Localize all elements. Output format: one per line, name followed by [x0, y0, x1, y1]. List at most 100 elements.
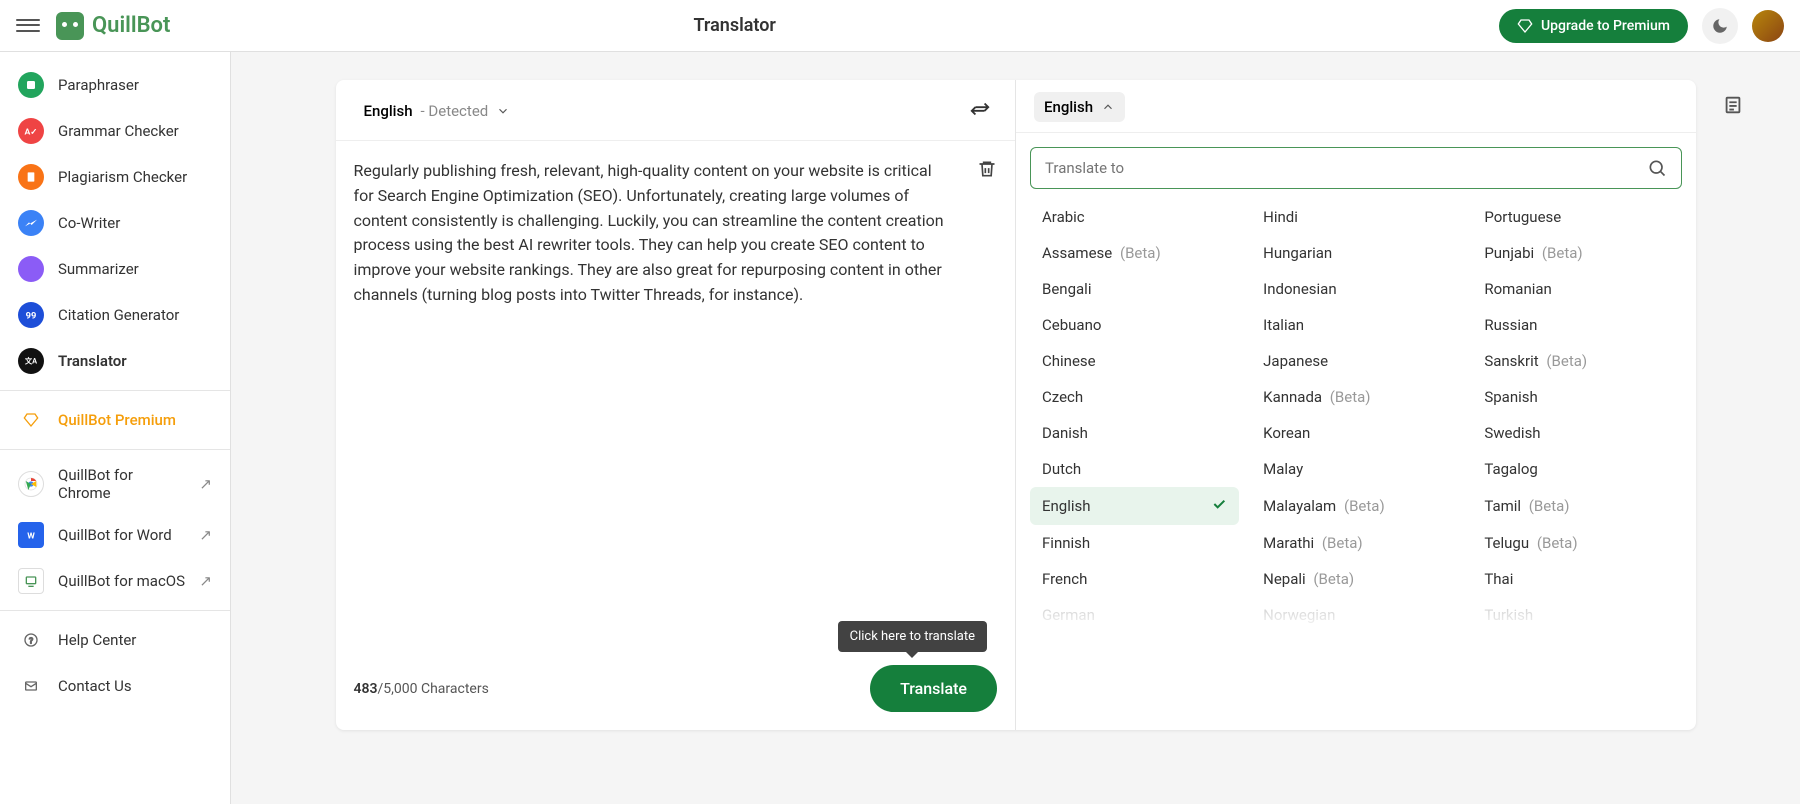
mail-icon	[18, 673, 44, 699]
language-option[interactable]: Portuguese	[1472, 199, 1681, 235]
translator-card: English - Detected Regularly publishing …	[336, 80, 1696, 730]
theme-toggle[interactable]	[1702, 8, 1738, 44]
paraphraser-icon	[18, 72, 44, 98]
language-option[interactable]: Thai	[1472, 561, 1681, 597]
diamond-icon	[1517, 18, 1533, 34]
translator-icon: 文A	[18, 348, 44, 374]
target-pane: English Arabic Hindi Portuguese Assamese (B…	[1016, 80, 1696, 730]
target-language-select[interactable]: English	[1034, 92, 1125, 122]
language-option[interactable]: Japanese	[1251, 343, 1460, 379]
grammar-icon: A✓	[18, 118, 44, 144]
language-option[interactable]: Swedish	[1472, 415, 1681, 451]
source-language-select[interactable]: English - Detected	[354, 96, 521, 126]
swap-languages-button[interactable]	[963, 92, 997, 130]
language-option[interactable]: Malay	[1251, 451, 1460, 487]
chevron-up-icon	[1101, 100, 1115, 114]
language-option[interactable]: French	[1030, 561, 1239, 597]
citation-icon: 99	[18, 302, 44, 328]
external-link-icon: ↗	[199, 526, 212, 544]
language-option[interactable]: Nepali (Beta)	[1251, 561, 1460, 597]
language-option[interactable]: Chinese	[1030, 343, 1239, 379]
sidebar-item-chrome[interactable]: QuillBot for Chrome↗	[0, 456, 230, 512]
check-icon	[1211, 496, 1227, 516]
language-option[interactable]: Finnish	[1030, 525, 1239, 561]
avatar[interactable]	[1752, 10, 1784, 42]
sidebar-item-premium[interactable]: QuillBot Premium	[0, 397, 230, 443]
language-option[interactable]: Tamil (Beta)	[1472, 487, 1681, 525]
language-option[interactable]: Kannada (Beta)	[1251, 379, 1460, 415]
clear-text-button[interactable]	[977, 159, 997, 183]
language-option[interactable]: Hindi	[1251, 199, 1460, 235]
source-pane: English - Detected Regularly publishing …	[336, 80, 1017, 730]
app-header: QuillBot Translator Upgrade to Premium	[0, 0, 1800, 52]
sidebar-item-help[interactable]: ?Help Center	[0, 617, 230, 663]
language-option[interactable]: Indonesian	[1251, 271, 1460, 307]
language-option[interactable]: Romanian	[1472, 271, 1681, 307]
summarizer-icon	[18, 256, 44, 282]
language-option[interactable]: Italian	[1251, 307, 1460, 343]
svg-text:99: 99	[26, 310, 37, 321]
sidebar-item-word[interactable]: WQuillBot for Word↗	[0, 512, 230, 558]
language-option[interactable]: Hungarian	[1251, 235, 1460, 271]
sidebar-item-paraphraser[interactable]: Paraphraser	[0, 62, 230, 108]
search-icon	[1647, 158, 1667, 178]
chevron-down-icon	[496, 104, 510, 118]
sidebar-item-translator[interactable]: 文ATranslator	[0, 338, 230, 384]
character-count: 483/5,000 Characters	[354, 681, 489, 697]
plagiarism-icon	[18, 164, 44, 190]
sidebar-item-summarizer[interactable]: Summarizer	[0, 246, 230, 292]
external-link-icon: ↗	[199, 572, 212, 590]
translate-tooltip: Click here to translate	[838, 621, 987, 652]
sidebar-item-macos[interactable]: QuillBot for macOS↗	[0, 558, 230, 604]
language-option[interactable]: Spanish	[1472, 379, 1681, 415]
cowriter-icon	[18, 210, 44, 236]
language-option[interactable]: Arabic	[1030, 199, 1239, 235]
external-link-icon: ↗	[199, 475, 212, 493]
language-option[interactable]: Punjabi (Beta)	[1472, 235, 1681, 271]
document-mode-icon[interactable]	[1722, 94, 1744, 122]
svg-text:W: W	[27, 531, 35, 541]
svg-text:文A: 文A	[24, 357, 37, 366]
language-option[interactable]: Czech	[1030, 379, 1239, 415]
language-option[interactable]: Marathi (Beta)	[1251, 525, 1460, 561]
trash-icon	[977, 159, 997, 179]
language-option[interactable]: German	[1030, 597, 1239, 633]
language-option[interactable]: Telugu (Beta)	[1472, 525, 1681, 561]
language-option[interactable]: Dutch	[1030, 451, 1239, 487]
word-icon: W	[18, 522, 44, 548]
language-dropdown: Arabic Hindi Portuguese Assamese (Beta) Hung…	[1016, 133, 1696, 647]
language-option[interactable]: Korean	[1251, 415, 1460, 451]
moon-icon	[1711, 17, 1729, 35]
language-option[interactable]: Bengali	[1030, 271, 1239, 307]
sidebar-item-contact[interactable]: Contact Us	[0, 663, 230, 709]
mac-icon	[18, 568, 44, 594]
sidebar-item-grammar[interactable]: A✓Grammar Checker	[0, 108, 230, 154]
sidebar-item-citation[interactable]: 99Citation Generator	[0, 292, 230, 338]
help-icon: ?	[18, 627, 44, 653]
language-option[interactable]: Russian	[1472, 307, 1681, 343]
language-option[interactable]: Assamese (Beta)	[1030, 235, 1239, 271]
language-option[interactable]: Sanskrit (Beta)	[1472, 343, 1681, 379]
svg-text:A✓: A✓	[24, 127, 37, 137]
robot-icon	[56, 12, 84, 40]
source-text[interactable]: Regularly publishing fresh, relevant, hi…	[354, 159, 956, 308]
language-option[interactable]: Norwegian	[1251, 597, 1460, 633]
upgrade-button[interactable]: Upgrade to Premium	[1499, 9, 1688, 43]
svg-text:?: ?	[29, 636, 33, 646]
language-option[interactable]: Turkish	[1472, 597, 1681, 633]
diamond-icon	[18, 407, 44, 433]
language-option[interactable]: Tagalog	[1472, 451, 1681, 487]
sidebar-item-plagiarism[interactable]: Plagiarism Checker	[0, 154, 230, 200]
language-search[interactable]	[1030, 147, 1682, 189]
language-search-input[interactable]	[1045, 159, 1647, 177]
chrome-icon	[18, 471, 44, 497]
language-option[interactable]: Malayalam (Beta)	[1251, 487, 1460, 525]
translate-button[interactable]: Translate	[870, 665, 997, 712]
language-option[interactable]: Cebuano	[1030, 307, 1239, 343]
sidebar-item-cowriter[interactable]: Co-Writer	[0, 200, 230, 246]
language-option[interactable]: Danish	[1030, 415, 1239, 451]
page-title: Translator	[0, 15, 1499, 36]
sidebar: Paraphraser A✓Grammar Checker Plagiarism…	[0, 52, 231, 804]
language-option[interactable]: English	[1030, 487, 1239, 525]
language-grid: Arabic Hindi Portuguese Assamese (Beta) Hung…	[1030, 199, 1682, 633]
